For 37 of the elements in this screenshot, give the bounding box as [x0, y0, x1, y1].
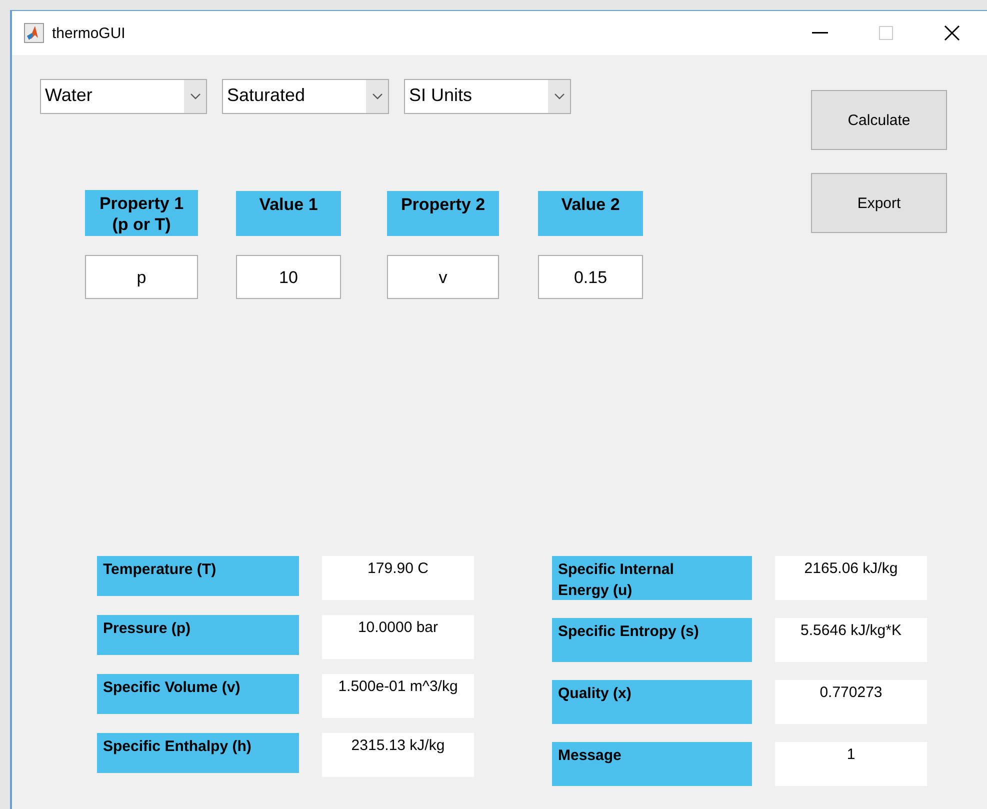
input-label: Property 1 (p or T)	[85, 190, 198, 236]
minimize-icon	[812, 32, 828, 34]
result-value: 0.770273	[775, 680, 927, 724]
result-value: 2165.06 kJ/kg	[775, 556, 927, 600]
result-label: Quality (x)	[552, 680, 752, 724]
chevron-icon	[372, 93, 382, 100]
calculate-button[interactable]: Calculate	[811, 90, 947, 150]
result-label: Temperature (T)	[97, 556, 299, 596]
input-label: Value 1	[236, 190, 341, 236]
export-button[interactable]: Export	[811, 173, 947, 233]
result-value: 1	[775, 742, 927, 786]
input-field[interactable]: 0.15	[538, 254, 643, 298]
input-field[interactable]: v	[387, 254, 499, 298]
result-value: 10.0000 bar	[322, 614, 474, 658]
result-value: 2315.13 kJ/kg	[322, 732, 474, 776]
result-label: Pressure (p)	[97, 614, 299, 654]
chevron-icon	[190, 93, 200, 100]
dropdown[interactable]: Saturated	[222, 79, 389, 114]
result-value: 1.500e-01 m^3/kg	[322, 674, 474, 718]
window-title: thermoGUI	[52, 24, 126, 42]
dropdown[interactable]: Water	[40, 79, 207, 114]
result-label: Specific Enthalpy (h)	[97, 732, 299, 772]
result-label: Specific Volume (v)	[97, 674, 299, 714]
input-field[interactable]: p	[85, 254, 198, 298]
result-label: Message	[552, 742, 752, 786]
result-label: Specific Entropy (s)	[552, 618, 752, 662]
chevron-icon	[554, 93, 564, 100]
input-label: Property 2	[387, 190, 499, 236]
dropdown[interactable]: SI Units	[404, 79, 571, 114]
maximize-icon	[879, 26, 893, 40]
result-value: 5.5646 kJ/kg*K	[775, 618, 927, 662]
input-field[interactable]: 10	[236, 254, 341, 298]
input-label: Value 2	[538, 190, 643, 236]
app-logo-icon	[24, 23, 44, 43]
result-label: Specific Internal Energy (u)	[552, 556, 752, 600]
result-value: 179.90 C	[322, 556, 474, 600]
close-icon	[944, 25, 960, 41]
